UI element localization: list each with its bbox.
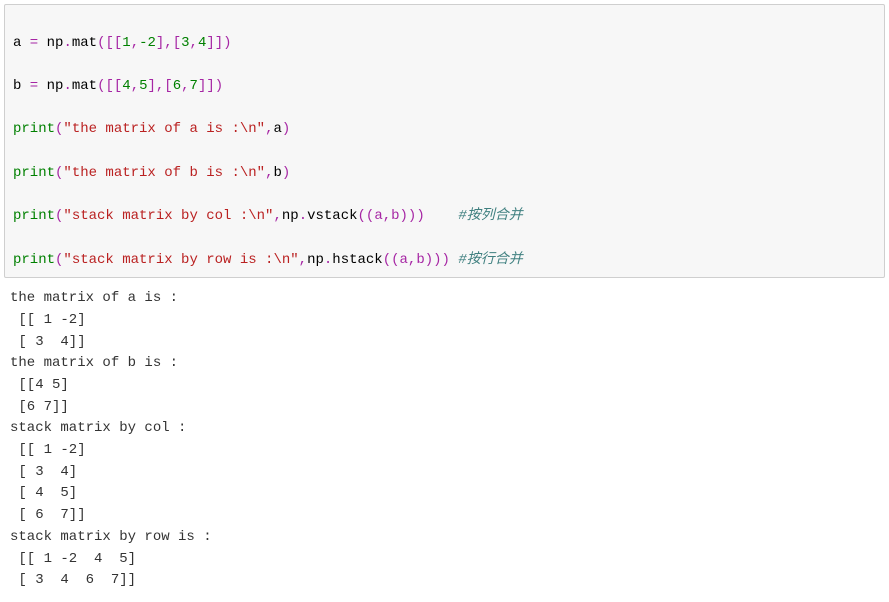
output-line: [ 3 4 6 7]]: [10, 572, 136, 588]
code-output-cell: the matrix of a is : [[ 1 -2] [ 3 4]] th…: [0, 284, 889, 602]
comment: #按行合并: [458, 252, 522, 268]
dot: .: [299, 208, 307, 224]
np-ref: np: [282, 208, 299, 224]
bracket-open: ([[: [97, 35, 122, 51]
comma: ,: [273, 208, 281, 224]
dot: .: [63, 35, 71, 51]
print-call: print: [13, 252, 55, 268]
output-line: stack matrix by row is :: [10, 529, 212, 545]
np-ref: np: [47, 35, 64, 51]
num-literal: 6: [173, 78, 181, 94]
code-line-3: print("the matrix of a is :\n",a): [13, 119, 876, 141]
num-literal: -2: [139, 35, 156, 51]
code-line-5: print("stack matrix by col :\n",np.vstac…: [13, 206, 876, 228]
args: ((a,b)): [383, 252, 442, 268]
output-line: the matrix of a is :: [10, 290, 178, 306]
string-literal: "the matrix of a is :\n": [63, 121, 265, 137]
comma: ,: [181, 78, 189, 94]
num-literal: 7: [190, 78, 198, 94]
dot: .: [63, 78, 71, 94]
assign-op: =: [21, 35, 46, 51]
output-line: stack matrix by col :: [10, 420, 186, 436]
print-call: print: [13, 208, 55, 224]
output-line: [[ 1 -2]: [10, 312, 86, 328]
output-line: [ 4 5]: [10, 485, 77, 501]
args: ((a,b)): [358, 208, 417, 224]
paren-close: ): [282, 121, 290, 137]
output-line: [ 6 7]]: [10, 507, 86, 523]
np-ref: np: [47, 78, 64, 94]
comma: ,: [299, 252, 307, 268]
output-line: the matrix of b is :: [10, 355, 178, 371]
num-literal: 4: [122, 78, 130, 94]
code-input-cell: a = np.mat([[1,-2],[3,4]]) b = np.mat([[…: [4, 4, 885, 278]
output-line: [ 3 4]: [10, 464, 77, 480]
print-call: print: [13, 121, 55, 137]
paren-close: ): [416, 208, 424, 224]
num-literal: 1: [122, 35, 130, 51]
output-line: [[ 1 -2]: [10, 442, 86, 458]
arg-a: a: [273, 121, 281, 137]
np-ref: np: [307, 252, 324, 268]
bracket-close: ]]): [198, 78, 223, 94]
code-line-4: print("the matrix of b is :\n",b): [13, 163, 876, 185]
output-line: [[ 1 -2 4 5]: [10, 551, 136, 567]
paren-close: ): [282, 165, 290, 181]
num-literal: 3: [181, 35, 189, 51]
output-line: [ 3 4]]: [10, 334, 86, 350]
bracket-mid: ],[: [148, 78, 173, 94]
string-literal: "stack matrix by col :\n": [63, 208, 273, 224]
bracket-close: ]]): [206, 35, 231, 51]
comma: ,: [190, 35, 198, 51]
num-literal: 5: [139, 78, 147, 94]
mat-call: mat: [72, 78, 97, 94]
print-call: print: [13, 165, 55, 181]
comment: #按列合并: [458, 208, 522, 224]
paren-close: ): [442, 252, 450, 268]
assign-op: =: [21, 78, 46, 94]
code-line-1: a = np.mat([[1,-2],[3,4]]): [13, 33, 876, 55]
hstack-call: hstack: [332, 252, 382, 268]
string-literal: "the matrix of b is :\n": [63, 165, 265, 181]
output-line: [[4 5]: [10, 377, 69, 393]
code-line-2: b = np.mat([[4,5],[6,7]]): [13, 76, 876, 98]
comma: ,: [131, 35, 139, 51]
vstack-call: vstack: [307, 208, 357, 224]
code-line-6: print("stack matrix by row is :\n",np.hs…: [13, 250, 876, 272]
output-line: [6 7]]: [10, 399, 69, 415]
string-literal: "stack matrix by row is :\n": [63, 252, 298, 268]
bracket-open: ([[: [97, 78, 122, 94]
comma: ,: [131, 78, 139, 94]
arg-b: b: [273, 165, 281, 181]
pad: [425, 208, 459, 224]
bracket-mid: ],[: [156, 35, 181, 51]
mat-call: mat: [72, 35, 97, 51]
